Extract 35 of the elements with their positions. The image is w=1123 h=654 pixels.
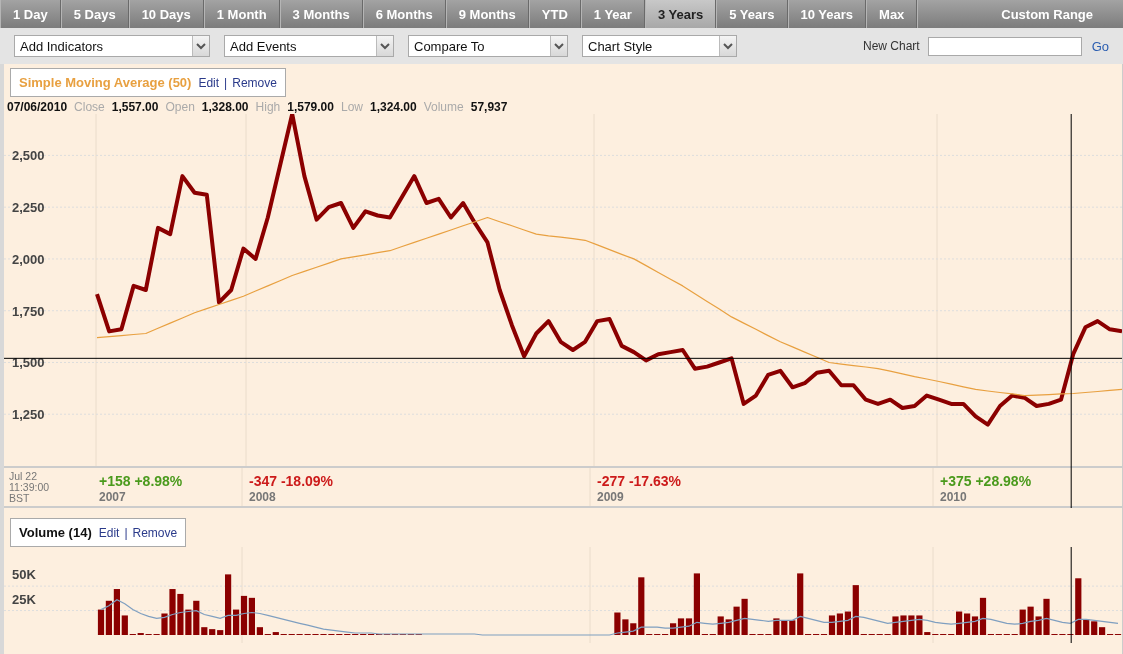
- quote-value: 1,557.00: [111, 100, 159, 114]
- year-label: 2008: [249, 490, 276, 504]
- quote-value: 1,328.00: [201, 100, 249, 114]
- new-chart-label: New Chart: [862, 39, 920, 53]
- year-change: -277 -17.63%: [597, 473, 682, 489]
- y-axis-label: 1,500: [12, 355, 45, 371]
- indicator-name: Volume (14): [19, 525, 92, 540]
- year-change: -347 -18.09%: [249, 473, 334, 489]
- separator-text: |: [224, 75, 228, 90]
- quote-value: 1,324.00: [369, 100, 417, 114]
- year-label: 2007: [99, 490, 126, 504]
- indicator-name: Simple Moving Average (50): [19, 75, 192, 90]
- year-label: 2010: [940, 490, 967, 504]
- quote-value: 57,937: [470, 100, 508, 114]
- time-label: Jul 22: [9, 470, 38, 482]
- y-axis-label: 2,000: [12, 251, 45, 267]
- quote-label: Volume: [423, 100, 464, 114]
- quote-value: 1,579.00: [287, 100, 334, 114]
- quote-label: High: [255, 100, 281, 114]
- quote-date: 07/06/2010: [7, 100, 68, 114]
- year-change: +158 +8.98%: [99, 473, 183, 489]
- separator-text: |: [124, 525, 128, 540]
- y-axis-label: 1,250: [12, 407, 45, 423]
- y-axis-label: 2,500: [12, 148, 45, 164]
- time-label: 11:39:00: [9, 481, 50, 493]
- quote-label: Open: [165, 100, 195, 114]
- time-label: BST: [9, 492, 30, 504]
- year-label: 2009: [597, 490, 624, 504]
- y-axis-label: 50K: [12, 567, 36, 583]
- y-axis-label: 2,250: [12, 200, 45, 216]
- quote-label: Low: [340, 100, 363, 114]
- quote-label: Close: [74, 100, 105, 114]
- year-change: +375 +28.98%: [940, 473, 1032, 489]
- y-axis-label: 1,750: [12, 303, 45, 319]
- y-axis-label: 25K: [12, 591, 36, 607]
